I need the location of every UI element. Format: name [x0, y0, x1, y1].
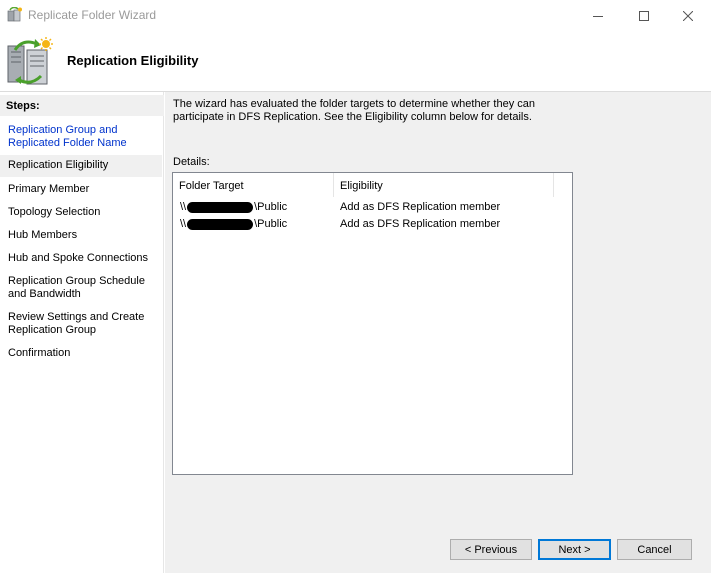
step-schedule-bandwidth: Replication Group Schedule and Bandwidth — [8, 275, 145, 300]
close-button[interactable] — [665, 0, 711, 31]
folder-target-suffix: \Public — [254, 218, 288, 230]
wizard-content: The wizard has evaluated the folder targ… — [165, 92, 711, 573]
folder-target-cell: \\ \Public — [180, 218, 287, 230]
table-row[interactable]: \\ \Public Add as DFS Replication member — [173, 216, 572, 233]
step-replication-eligibility: Replication Eligibility — [0, 155, 162, 177]
folder-target-prefix: \\ — [180, 218, 187, 230]
dfs-replication-icon — [5, 36, 55, 88]
page-title: Replication Eligibility — [67, 53, 199, 68]
maximize-button[interactable] — [621, 0, 667, 31]
list-header: Folder Target Eligibility — [173, 173, 572, 197]
folder-target-suffix: \Public — [254, 201, 288, 213]
step-confirmation: Confirmation — [8, 347, 71, 359]
description-text: The wizard has evaluated the folder targ… — [173, 98, 535, 123]
minimize-icon — [593, 15, 603, 17]
eligibility-cell: Add as DFS Replication member — [340, 201, 501, 213]
folder-target-prefix: \\ — [180, 201, 187, 213]
previous-button[interactable]: < Previous — [450, 539, 532, 560]
steps-heading: Steps: — [0, 95, 164, 116]
step-primary-member: Primary Member — [8, 183, 90, 195]
step-hub-spoke-connections: Hub and Spoke Connections — [8, 252, 149, 264]
eligibility-list[interactable]: Folder Target Eligibility \\ \Public Add … — [172, 172, 573, 475]
step-hub-members: Hub Members — [8, 229, 78, 241]
close-icon — [683, 10, 693, 21]
table-row[interactable]: \\ \Public Add as DFS Replication member — [173, 199, 572, 216]
step-topology-selection: Topology Selection — [8, 206, 101, 218]
cancel-button[interactable]: Cancel — [617, 539, 692, 560]
folder-target-cell: \\ \Public — [180, 201, 287, 213]
column-header-folder-target[interactable]: Folder Target — [173, 173, 334, 197]
minimize-button[interactable] — [575, 0, 621, 31]
next-button[interactable]: Next > — [538, 539, 611, 560]
column-header-eligibility[interactable]: Eligibility — [334, 173, 554, 197]
step-review-settings: Review Settings and Create Replication G… — [8, 311, 145, 336]
redacted-server-name — [187, 201, 254, 213]
wizard-app-icon — [7, 6, 23, 23]
wizard-header: Replication Eligibility — [0, 31, 711, 92]
window-title: Replicate Folder Wizard — [28, 8, 157, 22]
eligibility-cell: Add as DFS Replication member — [340, 218, 501, 230]
step-replication-group-name[interactable]: Replication Group and Replicated Folder … — [0, 124, 162, 150]
title-bar: Replicate Folder Wizard — [0, 0, 711, 31]
maximize-icon — [639, 10, 649, 21]
steps-sidebar: Steps: Replication Group and Replicated … — [0, 92, 164, 573]
details-label: Details: — [173, 156, 210, 168]
redacted-server-name — [187, 218, 254, 230]
